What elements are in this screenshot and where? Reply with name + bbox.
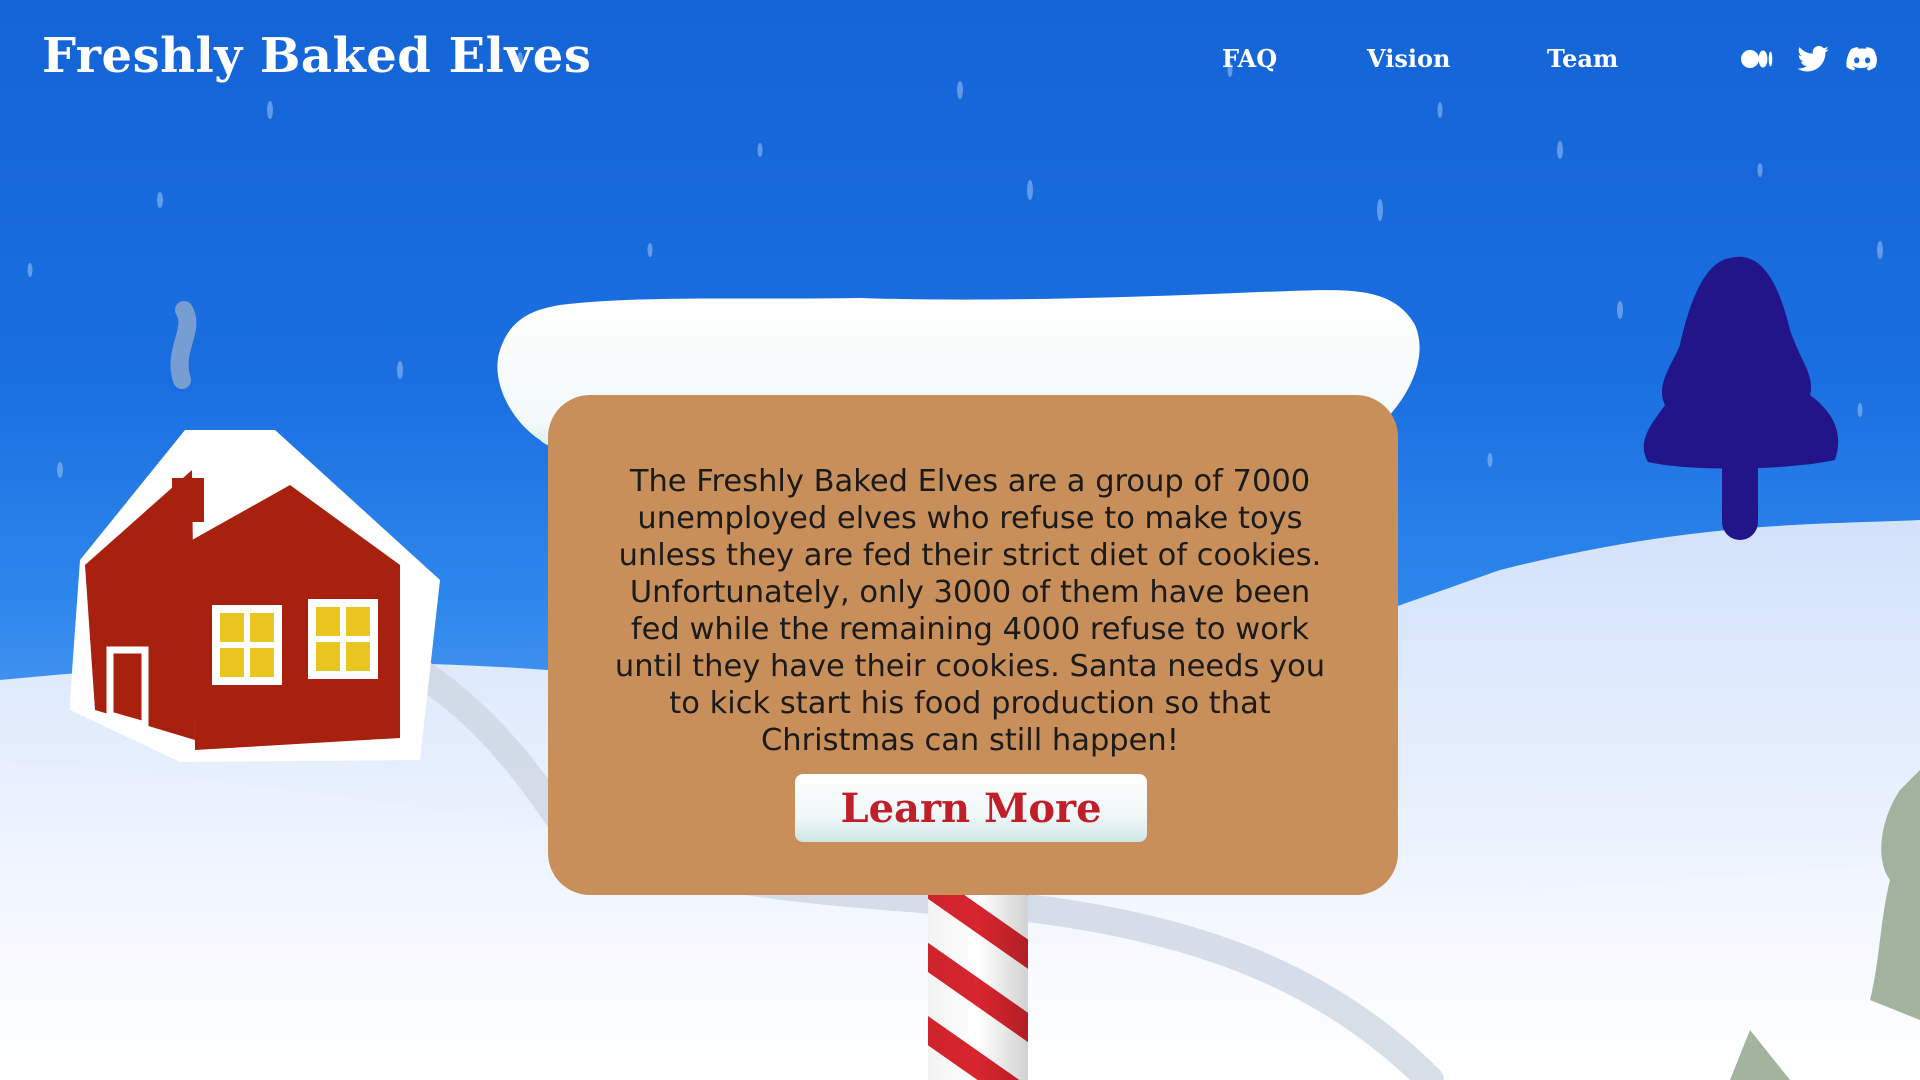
candy-cane-pole xyxy=(928,880,1028,1080)
red-house xyxy=(70,301,440,762)
sign-line: The Freshly Baked Elves are a group of 7… xyxy=(629,464,1311,499)
learn-more-button[interactable]: Learn More xyxy=(795,774,1147,842)
nav-link-vision[interactable]: Vision xyxy=(1367,44,1450,73)
sign-line: until they have their cookies. Santa nee… xyxy=(614,649,1326,684)
site-header: Freshly Baked Elves FAQ Vision Team xyxy=(0,0,1920,120)
nav-link-team[interactable]: Team xyxy=(1547,44,1618,73)
sign-description: The Freshly Baked Elves are a group of 7… xyxy=(600,463,1340,759)
sign-line: unless they are fed their strict diet of… xyxy=(618,538,1322,573)
discord-icon[interactable] xyxy=(1846,46,1878,72)
twitter-icon[interactable] xyxy=(1797,46,1829,72)
site-logo[interactable]: Freshly Baked Elves xyxy=(42,28,591,84)
sign-line: Unfortunately, only 3000 of them have be… xyxy=(629,575,1311,610)
nav-link-faq[interactable]: FAQ xyxy=(1222,44,1277,73)
sign-line: Christmas can still happen! xyxy=(761,723,1179,758)
sign-line: fed while the remaining 4000 refuse to w… xyxy=(630,612,1310,647)
medium-icon[interactable] xyxy=(1741,46,1773,72)
sign-line: to kick start his food production so tha… xyxy=(669,686,1271,721)
sign-line: unemployed elves who refuse to make toys xyxy=(637,501,1303,536)
dark-pine-tree xyxy=(1643,256,1839,540)
